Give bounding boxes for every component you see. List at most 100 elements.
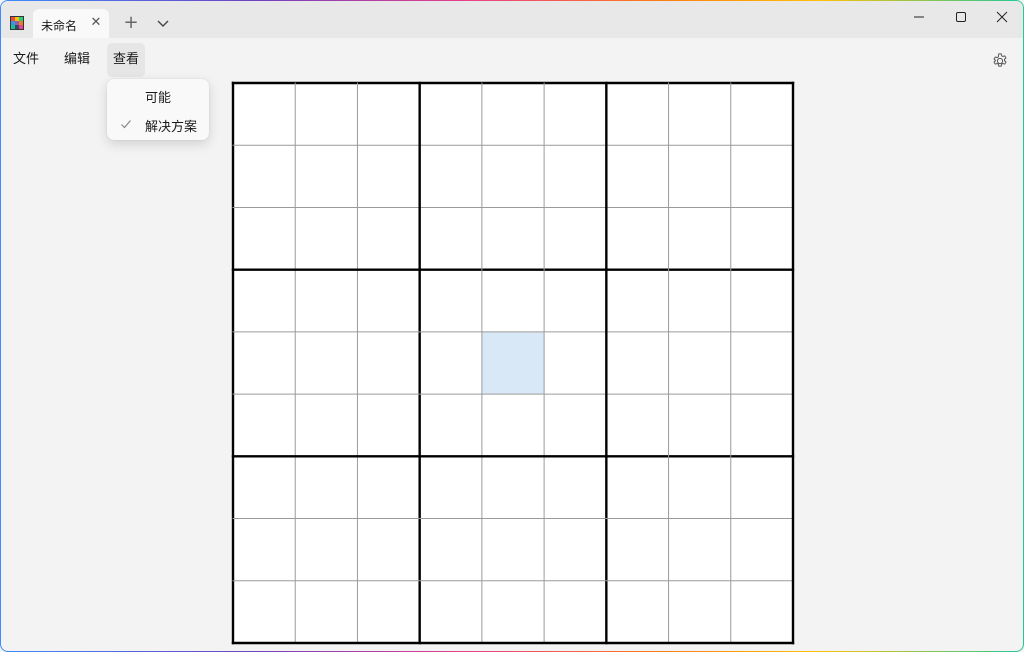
- sudoku-cell[interactable]: [606, 83, 669, 146]
- maximize-icon[interactable]: [941, 7, 981, 29]
- sudoku-cell[interactable]: [481, 83, 545, 146]
- sudoku-cell[interactable]: [233, 456, 296, 519]
- sudoku-cell[interactable]: [544, 207, 607, 270]
- selected-cell[interactable]: [481, 331, 545, 395]
- sudoku-cell[interactable]: [357, 145, 420, 208]
- sudoku-cell[interactable]: [295, 580, 358, 643]
- sudoku-cell[interactable]: [357, 394, 420, 457]
- sudoku-cell[interactable]: [668, 394, 731, 457]
- sudoku-cell[interactable]: [295, 207, 358, 270]
- plus-icon[interactable]: +: [122, 14, 140, 32]
- sudoku-cell[interactable]: [606, 145, 669, 208]
- sudoku-cell[interactable]: [357, 83, 420, 146]
- sudoku-cell[interactable]: [357, 518, 420, 581]
- sudoku-cell[interactable]: [730, 269, 793, 332]
- sudoku-cell[interactable]: [357, 207, 420, 270]
- sudoku-cell[interactable]: [481, 269, 545, 332]
- sudoku-cell[interactable]: [606, 456, 669, 519]
- sudoku-cell[interactable]: [668, 145, 731, 208]
- menu-item-label: 可能: [145, 91, 172, 106]
- sudoku-cell[interactable]: [481, 145, 545, 208]
- sudoku-cell[interactable]: [606, 269, 669, 332]
- sudoku-cell[interactable]: [295, 518, 358, 581]
- sudoku-cell[interactable]: [357, 580, 420, 643]
- sudoku-cell[interactable]: [481, 394, 545, 457]
- sudoku-cell[interactable]: [730, 207, 793, 270]
- sudoku-cell[interactable]: [419, 331, 482, 395]
- sudoku-cell[interactable]: [419, 145, 482, 208]
- sudoku-cell[interactable]: [419, 456, 482, 519]
- sudoku-cell[interactable]: [730, 456, 793, 519]
- sudoku-cell[interactable]: [233, 207, 296, 270]
- sudoku-cell[interactable]: [233, 145, 296, 208]
- sudoku-cell[interactable]: [668, 456, 731, 519]
- sudoku-cell[interactable]: [233, 518, 296, 581]
- menu-file[interactable]: 文件: [7, 43, 45, 77]
- gear-icon[interactable]: [991, 52, 1009, 70]
- close-icon[interactable]: ✕: [88, 15, 104, 31]
- sudoku-cell[interactable]: [233, 331, 296, 395]
- sudoku-cell[interactable]: [544, 518, 607, 581]
- sudoku-cell[interactable]: [295, 145, 358, 208]
- sudoku-cell[interactable]: [233, 269, 296, 332]
- sudoku-cell[interactable]: [419, 580, 482, 643]
- sudoku-cell[interactable]: [233, 83, 296, 146]
- sudoku-cell[interactable]: [481, 456, 545, 519]
- view-menu-dropdown: 可能 解决方案: [107, 79, 209, 140]
- sudoku-cell[interactable]: [730, 518, 793, 581]
- sudoku-cell[interactable]: [357, 331, 420, 395]
- menu-view[interactable]: 查看: [107, 43, 146, 77]
- sudoku-cell[interactable]: [233, 580, 296, 643]
- sudoku-cell[interactable]: [730, 580, 793, 643]
- sudoku-cell[interactable]: [668, 518, 731, 581]
- menu-item-solution[interactable]: 解决方案: [107, 110, 209, 138]
- sudoku-cell[interactable]: [544, 456, 607, 519]
- sudoku-cell[interactable]: [730, 331, 793, 395]
- sudoku-cell[interactable]: [357, 456, 420, 519]
- sudoku-cell[interactable]: [295, 394, 358, 457]
- sudoku-cell[interactable]: [668, 207, 731, 270]
- sudoku-cell[interactable]: [357, 269, 420, 332]
- tab-title: 未命名: [41, 19, 78, 33]
- sudoku-cell[interactable]: [544, 145, 607, 208]
- sudoku-cell[interactable]: [606, 207, 669, 270]
- sudoku-cell[interactable]: [606, 394, 669, 457]
- close-icon[interactable]: [982, 7, 1022, 29]
- sudoku-cell[interactable]: [544, 269, 607, 332]
- sudoku-cell[interactable]: [606, 518, 669, 581]
- sudoku-cell[interactable]: [730, 145, 793, 208]
- sudoku-cell[interactable]: [606, 331, 669, 395]
- sudoku-cell[interactable]: [606, 580, 669, 643]
- sudoku-cell[interactable]: [730, 394, 793, 457]
- sudoku-cell[interactable]: [419, 83, 482, 146]
- sudoku-cell[interactable]: [730, 83, 793, 146]
- sudoku-cell[interactable]: [668, 580, 731, 643]
- sudoku-cell[interactable]: [668, 83, 731, 146]
- sudoku-cell[interactable]: [419, 518, 482, 581]
- sudoku-board[interactable]: [231, 81, 795, 645]
- tab-untitled[interactable]: 未命名 ✕: [33, 9, 109, 38]
- title-bar[interactable]: 未命名 ✕ +: [1, 1, 1023, 38]
- minimize-icon[interactable]: [899, 7, 939, 29]
- sudoku-cell[interactable]: [544, 580, 607, 643]
- sudoku-cell[interactable]: [544, 331, 607, 395]
- app-window: 未命名 ✕ + 文件 编辑 查看 可能 解决方案: [1, 1, 1023, 651]
- sudoku-cell[interactable]: [233, 394, 296, 457]
- sudoku-cell[interactable]: [668, 269, 731, 332]
- menu-edit[interactable]: 编辑: [58, 43, 96, 77]
- sudoku-cell[interactable]: [481, 580, 545, 643]
- sudoku-cell[interactable]: [295, 83, 358, 146]
- sudoku-cell[interactable]: [481, 518, 545, 581]
- sudoku-cell[interactable]: [295, 456, 358, 519]
- sudoku-cell[interactable]: [419, 269, 482, 332]
- sudoku-cell[interactable]: [419, 394, 482, 457]
- sudoku-cell[interactable]: [544, 83, 607, 146]
- sudoku-cell[interactable]: [295, 269, 358, 332]
- menu-item-possibilities[interactable]: 可能: [107, 81, 209, 109]
- sudoku-cell[interactable]: [419, 207, 482, 270]
- chevron-down-icon[interactable]: [155, 15, 171, 31]
- sudoku-cell[interactable]: [295, 331, 358, 395]
- sudoku-cell[interactable]: [668, 331, 731, 395]
- sudoku-cell[interactable]: [544, 394, 607, 457]
- sudoku-cell[interactable]: [481, 207, 545, 270]
